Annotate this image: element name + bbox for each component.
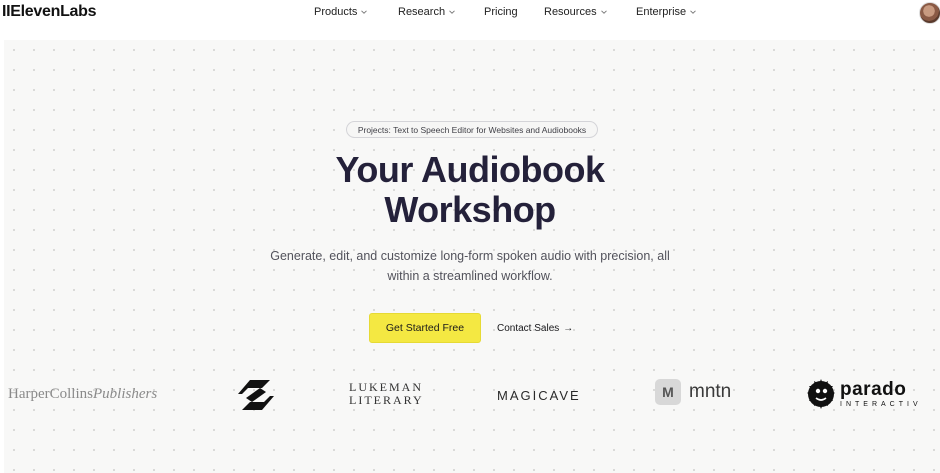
contact-sales-link[interactable]: Contact Sales → — [497, 313, 573, 343]
nav-enterprise-label: Enterprise — [636, 6, 687, 18]
nav-resources-label: Resources — [544, 6, 597, 18]
nav-research[interactable]: Research — [398, 6, 455, 18]
lukeman-literary-logo: LUKEMAN LITERARY — [349, 381, 424, 407]
client-logos: HarperCollins Publishers LUKEMAN LITERARY… — [0, 372, 940, 422]
paradox-wordmark: parado INTERACTIV — [840, 378, 922, 409]
chevron-down-icon — [361, 10, 368, 14]
nav-research-label: Research — [398, 6, 446, 18]
lukeman-line-2: LITERARY — [349, 393, 424, 407]
stylized-s-logo — [236, 378, 276, 412]
projects-pill-badge[interactable]: Projects: Text to Speech Editor for Webs… — [346, 121, 598, 138]
get-started-button[interactable]: Get Started Free — [369, 313, 481, 343]
mntn-logo: M mntn — [655, 379, 731, 405]
nav-products[interactable]: Products — [314, 6, 368, 18]
top-navbar: IIElevenLabs Products Research Pricing R… — [0, 0, 940, 28]
contact-sales-label: Contact Sales — [497, 322, 560, 334]
stylized-s-icon — [238, 380, 274, 410]
nav-products-label: Products — [314, 6, 358, 18]
title-line-1: Your Audiobook — [335, 149, 605, 190]
nav-pricing[interactable]: Pricing — [484, 6, 518, 18]
nav-resources[interactable]: Resources — [544, 6, 607, 18]
subtitle-line-2: within a streamlined workflow. — [387, 269, 553, 283]
hero-subtitle: Generate, edit, and customize long-form … — [0, 246, 940, 286]
magicave-logo: MAGICAVE — [497, 388, 581, 403]
nav-pricing-label: Pricing — [484, 6, 518, 18]
page-title: Your Audiobook Workshop — [0, 150, 940, 230]
harpercollins-name: HarperCollins — [8, 386, 93, 402]
title-line-2: Workshop — [384, 189, 556, 230]
chevron-down-icon — [449, 10, 455, 14]
harpercollins-logo: HarperCollins Publishers — [8, 386, 157, 403]
mntn-mark-icon: M — [655, 379, 681, 405]
paradox-emblem-icon — [807, 379, 835, 409]
user-avatar[interactable] — [919, 2, 940, 24]
arrow-right-icon: → — [563, 322, 574, 334]
chevron-down-icon — [600, 10, 607, 14]
paradox-interactive-logo: parado INTERACTIV — [806, 378, 922, 410]
subtitle-line-1: Generate, edit, and customize long-form … — [270, 249, 670, 263]
paradox-name: parado — [840, 378, 907, 400]
chevron-down-icon — [690, 10, 696, 14]
paradox-sub: INTERACTIV — [840, 400, 922, 408]
nav-links: Products Research Pricing Resources Ente… — [0, 6, 940, 22]
nav-enterprise[interactable]: Enterprise — [636, 6, 696, 18]
mntn-wordmark: mntn — [689, 381, 732, 402]
harpercollins-publishers: Publishers — [92, 386, 158, 402]
